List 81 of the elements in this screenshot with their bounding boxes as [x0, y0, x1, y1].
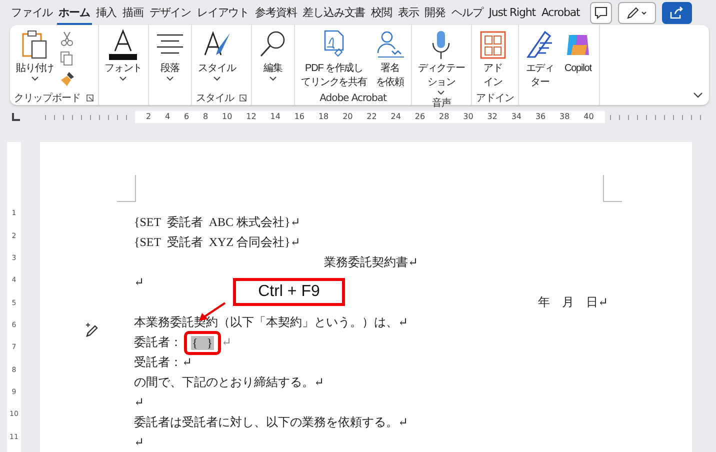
menu-tab[interactable]: レイアウト: [195, 0, 252, 25]
document-text-line: 業務委託契約書↵: [324, 254, 418, 271]
tab-stop-icon[interactable]: [12, 112, 20, 121]
menu-tab[interactable]: デザイン: [147, 0, 194, 25]
ruler-number: 6: [184, 112, 190, 122]
ruler-number: 36: [535, 112, 546, 122]
ruler-number: 24: [390, 112, 401, 122]
ruler-number: 26: [414, 112, 426, 122]
menu-tab[interactable]: 差し込み文書: [300, 0, 368, 25]
ribbon-button[interactable]: スタイル: [196, 29, 238, 92]
paragraph-mark: ↵: [222, 334, 232, 351]
ruler-number: 18: [318, 112, 329, 122]
speech-bubble-icon: [594, 6, 608, 20]
menu-tab[interactable]: 開発: [422, 0, 448, 25]
ribbon-button[interactable]: Copilot: [560, 29, 595, 92]
editing-mode-button[interactable]: [618, 2, 656, 24]
menu-tab[interactable]: 挿入: [94, 0, 119, 25]
group-label: Adobe Acrobat: [320, 92, 386, 104]
ruler-number: 2: [146, 112, 152, 122]
document-text: 委託者：: [134, 334, 182, 351]
crop-mark: [117, 175, 136, 202]
ribbon-button[interactable]: 署名 を依頼: [372, 29, 407, 92]
document-text-line: 受託者：↵: [134, 354, 192, 371]
ruler-number: 30: [463, 112, 474, 122]
menu-tab[interactable]: ヘルプ: [450, 0, 485, 25]
share-button[interactable]: [662, 2, 692, 24]
ruler-number: 12: [246, 112, 256, 122]
ribbon-button[interactable]: 編集: [256, 29, 290, 92]
scissors-icon[interactable]: [60, 31, 74, 48]
menu-tab[interactable]: 参考資料: [253, 0, 299, 25]
grid-icon: [478, 29, 508, 62]
ruler-number: 22: [366, 112, 377, 122]
document-text-line: の間で、下記のとおり締結する。↵: [134, 374, 324, 391]
magic-pen-icon[interactable]: [84, 322, 100, 338]
ribbon-button[interactable]: 貼り付け: [14, 29, 56, 92]
ribbon-button[interactable]: エディ ター: [522, 29, 557, 92]
document-text-line: ↵: [134, 434, 144, 451]
document-text-line: 委託者は受託者に対し、以下の業務を依頼する。↵: [134, 414, 408, 431]
clipboard-icon: [20, 29, 49, 62]
ruler-number: 34: [511, 112, 522, 122]
document-text-line: ↵: [134, 274, 144, 291]
ruler-number: 38: [560, 112, 570, 122]
document-text-line: {SET 受託者 XYZ 合同会社}↵: [134, 234, 300, 251]
ribbon-button[interactable]: ディクテー ション: [416, 29, 467, 96]
menu-tab[interactable]: 表示: [396, 0, 421, 25]
ruler-number: 10: [222, 112, 232, 122]
menu-tab[interactable]: Just Right: [486, 2, 538, 24]
menu-tab[interactable]: 校閲: [369, 0, 394, 25]
ruler-number: 32: [487, 112, 498, 122]
group-label: クリップボード: [14, 92, 80, 106]
ruler-number: 4: [164, 112, 170, 122]
launcher-icon[interactable]: [239, 94, 248, 102]
group-label: アドイン: [476, 92, 514, 106]
ruler-number: 14: [270, 112, 280, 122]
group-label: スタイル: [196, 92, 234, 106]
document-text-line: {SET 委託者 ABC 株式会社}↵: [134, 214, 300, 231]
comment-button[interactable]: [590, 2, 612, 24]
menu-tab[interactable]: 描画: [120, 0, 146, 25]
ruler-number: 8: [203, 112, 208, 122]
field-code[interactable]: { }: [191, 336, 214, 350]
ribbon-button[interactable]: アド イン: [476, 29, 510, 92]
menu-tab[interactable]: ファイル: [9, 0, 55, 25]
document-text-line: 年 月 日↵: [538, 294, 608, 311]
crop-mark: [603, 175, 622, 202]
paintbrush-icon[interactable]: [60, 71, 76, 88]
pen-caret-icon: [626, 6, 648, 20]
ribbon-button[interactable]: 段落: [153, 29, 188, 92]
group-label: 音声: [432, 96, 451, 110]
ruler-number: 16: [294, 112, 305, 122]
menu-tab[interactable]: Acrobat: [539, 2, 582, 24]
document-text-line: ↵: [134, 394, 144, 411]
font-color-icon: [108, 29, 138, 62]
ribbon-button[interactable]: フォント: [102, 29, 144, 92]
ribbon-button[interactable]: PDF を作成し てリンクを共有: [299, 29, 369, 92]
share-icon: [668, 6, 685, 20]
ruler-number: 28: [439, 112, 450, 122]
launcher-icon[interactable]: [86, 94, 94, 102]
collapse-ribbon-icon[interactable]: [693, 92, 703, 100]
shortcut-callout: Ctrl + F9: [233, 278, 345, 306]
ruler-number: 40: [584, 112, 594, 122]
ruler-number: 20: [342, 112, 353, 122]
